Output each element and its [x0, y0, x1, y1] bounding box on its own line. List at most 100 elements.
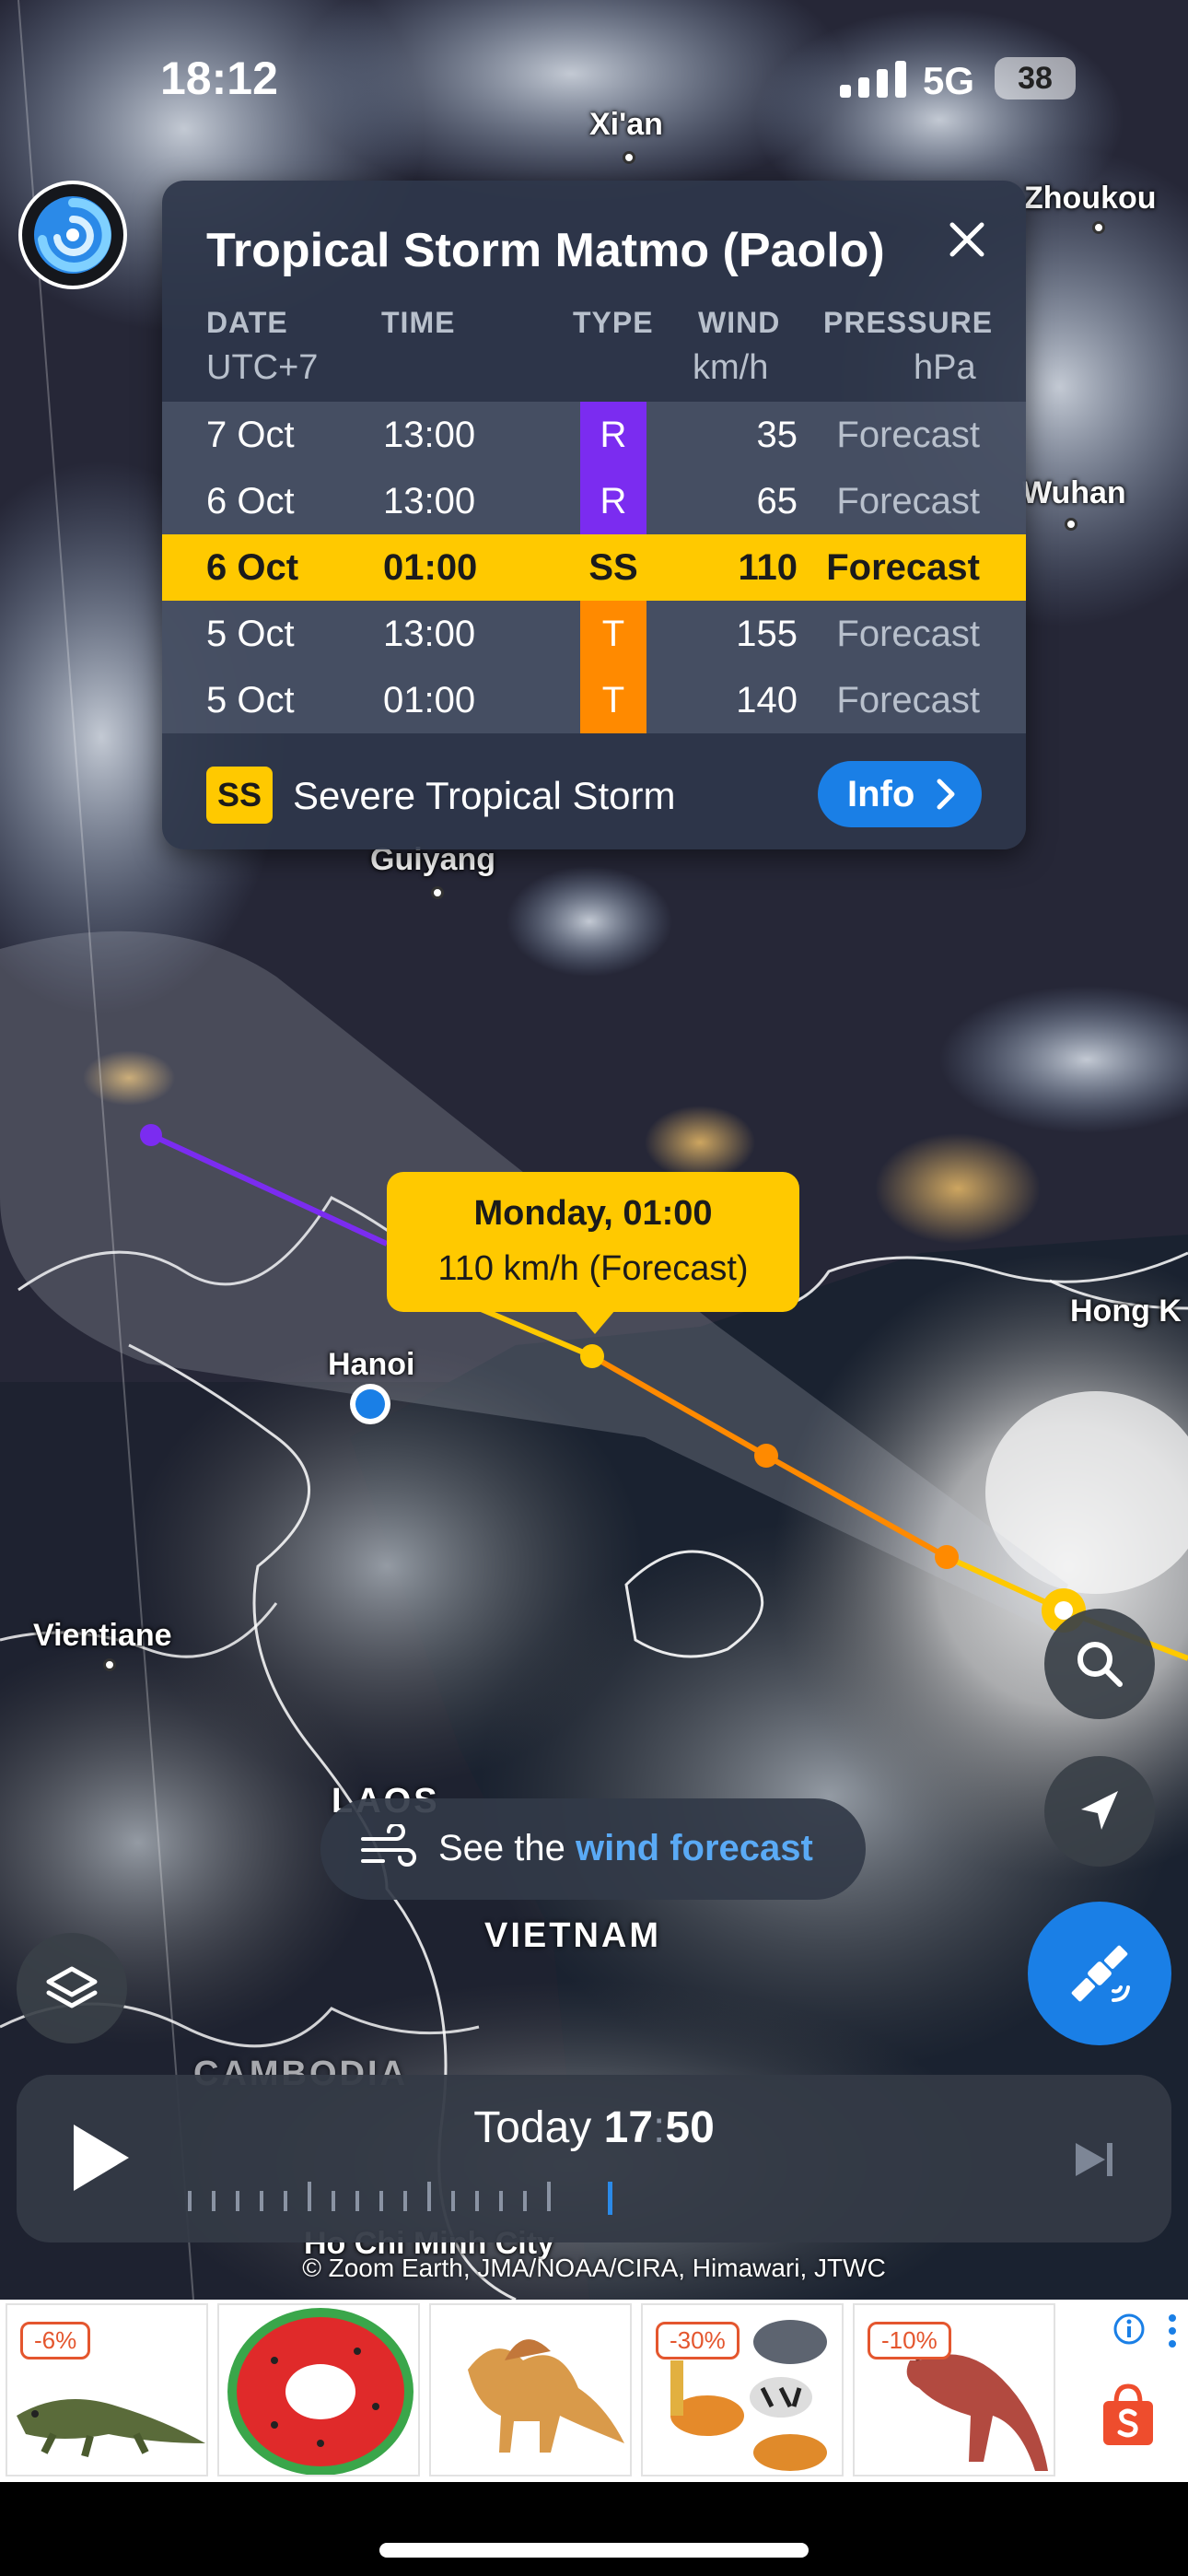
city-label-zhoukou: Zhoukou [1024, 181, 1157, 216]
zoom-earth-logo-button[interactable] [18, 181, 127, 289]
header-type: TYPE [573, 306, 654, 339]
chevron-right-icon [937, 779, 955, 810]
cell-type-badge: T [580, 667, 646, 733]
ad-discount-badge: -10% [868, 2322, 951, 2359]
close-icon[interactable] [939, 212, 995, 267]
cell-wind: 110 [738, 547, 798, 588]
status-time: 18:12 [160, 53, 278, 104]
ad-banner[interactable]: -6% -30% -10% [0, 2300, 1188, 2482]
header-pressure: PRESSURE [823, 306, 994, 339]
storm-info-panel: Tropical Storm Matmo (Paolo) DATE UTC+7 … [162, 181, 1026, 849]
wind-icon [361, 1824, 416, 1867]
map-attribution: © Zoom Earth, JMA/NOAA/CIRA, Himawari, J… [302, 2254, 886, 2282]
home-indicator[interactable] [379, 2543, 809, 2558]
cell-time: 13:00 [383, 415, 476, 455]
satellite-layer-button[interactable] [1028, 1902, 1171, 2045]
ad-item[interactable] [429, 2303, 632, 2476]
wind-pill-text: See the wind forecast [438, 1828, 813, 1869]
home-indicator-area [0, 2482, 1188, 2576]
city-dot [1065, 518, 1077, 531]
cell-pressure: Forecast [826, 547, 980, 588]
cell-pressure: Forecast [836, 614, 980, 654]
cell-time: 13:00 [383, 614, 476, 654]
table-row-selected[interactable]: 6 Oct 01:00 SS 110 Forecast [162, 534, 1026, 601]
search-button[interactable] [1044, 1609, 1155, 1719]
shopee-bag-icon[interactable] [1100, 2383, 1157, 2447]
timeline-time-display: Today 17:50 [17, 2102, 1171, 2153]
callout-pointer [575, 1310, 615, 1334]
timeline-day: Today [473, 2103, 592, 2152]
country-label-vietnam: VIETNAM [484, 1916, 661, 1955]
callout-date: Monday, 01:00 [473, 1194, 713, 1233]
cell-time: 01:00 [383, 680, 476, 720]
cell-time: 13:00 [383, 481, 476, 521]
table-row[interactable]: 5 Oct 01:00 T 140 Forecast [162, 667, 1026, 733]
wind-forecast-pill[interactable]: See the wind forecast [320, 1798, 866, 1900]
category-label: Severe Tropical Storm [293, 774, 676, 817]
category-badge: SS [206, 767, 273, 824]
header-date-sub: UTC+7 [206, 348, 319, 387]
layers-icon [46, 1966, 98, 2008]
watermelon-ring-image [227, 2308, 413, 2475]
ad-more-icon[interactable] [1166, 2313, 1179, 2349]
city-label-hong-kong: Hong K [1070, 1294, 1182, 1329]
cell-date: 6 Oct [206, 481, 295, 521]
timeline-separator: : [653, 2103, 666, 2152]
wind-forecast-link[interactable]: wind forecast [576, 1828, 813, 1868]
header-wind: WIND [698, 306, 781, 339]
ad-item[interactable]: -30% [641, 2303, 844, 2476]
timeline-minute: 50 [665, 2103, 715, 2152]
locate-button[interactable] [1044, 1756, 1155, 1867]
cell-wind: 155 [736, 614, 798, 654]
layers-button[interactable] [17, 1933, 127, 2043]
table-row[interactable]: 6 Oct 13:00 R 65 Forecast [162, 468, 1026, 534]
cell-date: 5 Oct [206, 614, 295, 654]
cell-type-badge: SS [588, 547, 638, 588]
ad-discount-badge: -6% [20, 2322, 91, 2359]
battery-indicator: 38 [995, 57, 1076, 100]
info-button[interactable]: Info [818, 761, 982, 827]
city-label-wuhan: Wuhan [1022, 475, 1126, 510]
city-dot [1092, 221, 1105, 234]
ad-item[interactable]: -10% [853, 2303, 1055, 2476]
ad-item[interactable]: -6% [6, 2303, 208, 2476]
table-row[interactable]: 7 Oct 13:00 R 35 Forecast [162, 402, 1026, 468]
storm-spiral-icon [34, 196, 111, 274]
cell-date: 6 Oct [206, 547, 299, 588]
city-dot [431, 886, 444, 899]
cell-wind: 65 [756, 481, 798, 521]
table-row[interactable]: 5 Oct 13:00 T 155 Forecast [162, 601, 1026, 667]
city-label-vientiane: Vientiane [33, 1618, 172, 1653]
city-dot [623, 151, 635, 164]
forecast-table-body: 7 Oct 13:00 R 35 Forecast 6 Oct 13:00 R … [162, 402, 1026, 733]
network-type: 5G [923, 59, 975, 102]
callout-wind: 110 km/h (Forecast) [437, 1249, 749, 1288]
header-time: TIME [381, 306, 456, 339]
adchoices-icon[interactable] [1112, 2313, 1146, 2346]
time-scrubber[interactable]: Today 17:50 [17, 2075, 1171, 2242]
timeline-hour: 17 [603, 2103, 654, 2152]
cell-pressure: Forecast [836, 680, 980, 720]
city-dot [103, 1658, 116, 1671]
forecast-table-header: DATE UTC+7 TIME TYPE WIND km/h PRESSURE … [162, 306, 1026, 398]
cell-pressure: Forecast [836, 481, 980, 521]
cell-time: 01:00 [383, 547, 478, 588]
storm-category-legend: SS Severe Tropical Storm Info [162, 739, 1026, 849]
cell-type-badge: T [580, 601, 646, 667]
cell-wind: 35 [756, 415, 798, 455]
header-date: DATE [206, 306, 288, 339]
header-pressure-sub: hPa [914, 348, 976, 387]
signal-icon [840, 61, 906, 98]
skip-end-icon[interactable] [1074, 2139, 1116, 2180]
search-icon [1077, 1642, 1123, 1687]
city-label-xian: Xi'an [589, 107, 663, 142]
cell-date: 5 Oct [206, 680, 295, 720]
cell-wind: 140 [736, 680, 798, 720]
track-point-callout[interactable]: Monday, 01:00 110 km/h (Forecast) [387, 1172, 799, 1334]
ad-item[interactable] [217, 2303, 420, 2476]
ad-discount-badge: -30% [656, 2322, 740, 2359]
city-label-hanoi: Hanoi [328, 1347, 415, 1382]
cell-type-badge: R [580, 468, 646, 534]
cell-pressure: Forecast [836, 415, 980, 455]
timeline-ticks[interactable] [188, 2178, 630, 2215]
